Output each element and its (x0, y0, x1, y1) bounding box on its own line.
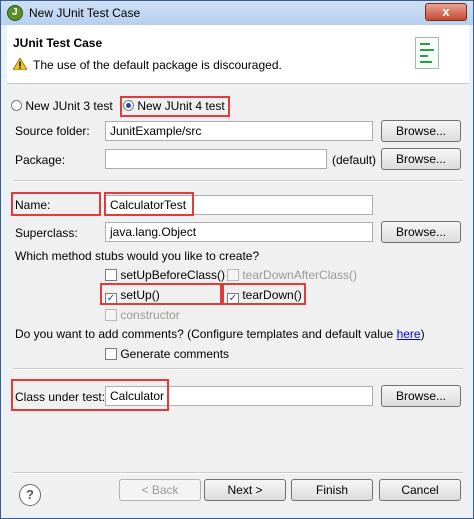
setupbeforeclass-label: setUpBeforeClass() (120, 268, 226, 282)
wizard-footer: ? < Back Next > Finish Cancel (7, 479, 469, 516)
highlight-name-label (11, 192, 101, 216)
radio-junit3-indicator[interactable] (11, 100, 22, 111)
eclipse-app-icon: J (7, 5, 23, 21)
separator (13, 368, 463, 370)
highlight-teardown (222, 283, 306, 305)
browse-package-button[interactable]: Browse... (381, 148, 461, 170)
browse-superclass-button[interactable]: Browse... (381, 221, 461, 243)
wizard-content: New JUnit 3 test New JUnit 4 test Source… (7, 84, 469, 480)
junit-wizard-graphic-icon (415, 37, 439, 69)
separator (13, 180, 463, 182)
highlight-class-under-test (11, 379, 169, 411)
source-folder-label: Source folder: (15, 124, 90, 138)
window-title: New JUnit Test Case (29, 6, 141, 20)
generate-comments-label: Generate comments (120, 347, 230, 361)
highlight-junit4 (120, 96, 230, 117)
separator (13, 472, 463, 474)
wizard-title: JUnit Test Case (13, 36, 103, 50)
warning-message: The use of the default package is discou… (33, 58, 282, 72)
generate-comments-checkbox[interactable] (105, 348, 117, 360)
comments-question-text: Do you want to add comments? (Configure … (15, 327, 397, 341)
cancel-button[interactable]: Cancel (379, 479, 461, 501)
browse-source-folder-button[interactable]: Browse... (381, 120, 461, 142)
superclass-input[interactable]: java.lang.Object (105, 222, 373, 242)
comments-question: Do you want to add comments? (Configure … (15, 327, 425, 341)
teardownafterclass-label: tearDownAfterClass() (242, 268, 358, 282)
title-bar[interactable]: J New JUnit Test Case x (1, 1, 473, 25)
wizard-header: JUnit Test Case The use of the default p… (7, 25, 469, 84)
finish-button[interactable]: Finish (291, 479, 373, 501)
browse-class-under-test-button[interactable]: Browse... (381, 385, 461, 407)
package-input[interactable] (105, 149, 327, 169)
package-label: Package: (15, 153, 66, 167)
stub-setupbeforeclass[interactable]: setUpBeforeClass() (105, 268, 225, 282)
radio-junit3-label: New JUnit 3 test (25, 99, 113, 113)
highlight-name-value (104, 192, 194, 216)
generate-comments-option[interactable]: Generate comments (105, 347, 229, 361)
package-default-label: (default) (332, 153, 377, 167)
help-icon[interactable]: ? (19, 484, 41, 506)
superclass-label: Superclass: (15, 226, 78, 240)
constructor-label: constructor (120, 308, 180, 322)
stubs-question: Which method stubs would you like to cre… (15, 249, 260, 263)
comments-question-close: ) (420, 327, 425, 341)
configure-templates-link[interactable]: here (397, 327, 421, 341)
highlight-setup (100, 283, 222, 305)
close-button[interactable]: x (425, 3, 467, 21)
setupbeforeclass-checkbox[interactable] (105, 269, 117, 281)
warning-icon (13, 58, 27, 70)
radio-junit3[interactable]: New JUnit 3 test (11, 99, 113, 113)
back-button: < Back (119, 479, 201, 501)
source-folder-input[interactable]: JunitExample/src (105, 121, 373, 141)
stub-teardownafterclass: tearDownAfterClass() (227, 268, 357, 282)
junit-dialog: J New JUnit Test Case x JUnit Test Case … (0, 0, 474, 519)
teardownafterclass-checkbox (227, 269, 239, 281)
next-button[interactable]: Next > (204, 479, 286, 501)
stub-constructor: constructor (105, 308, 180, 322)
constructor-checkbox (105, 309, 117, 321)
